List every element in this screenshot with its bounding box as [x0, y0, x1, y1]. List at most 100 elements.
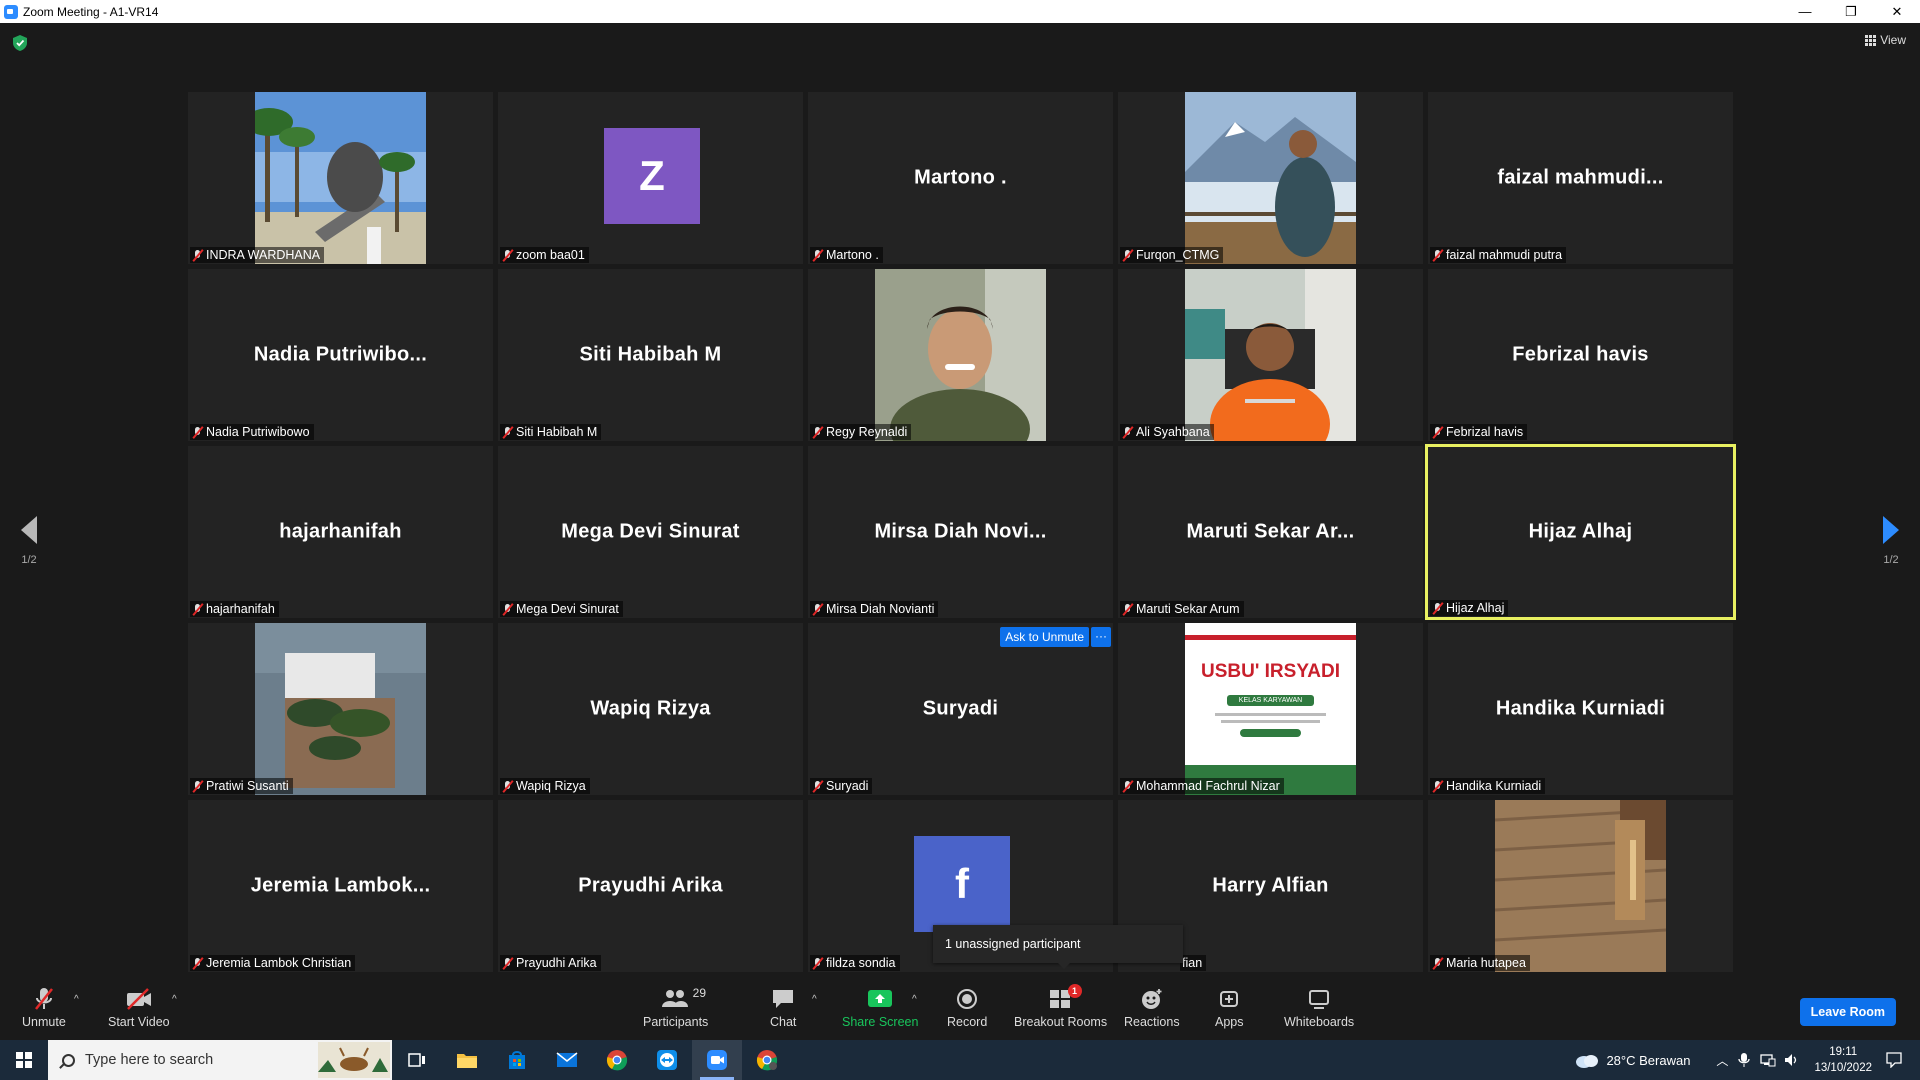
close-button[interactable]: ✕: [1874, 0, 1920, 23]
participant-name-label: hajarhanifah: [190, 601, 279, 617]
volume-icon[interactable]: [1784, 1053, 1800, 1067]
leave-room-button[interactable]: Leave Room: [1799, 998, 1896, 1026]
participant-photo: [875, 269, 1046, 441]
zoom-app-icon: [4, 4, 18, 19]
muted-mic-icon: [1122, 425, 1134, 439]
poster-subtitle: KELAS KARYAWAN: [1227, 695, 1314, 706]
video-tile[interactable]: Prayudhi Arika Prayudhi Arika: [498, 800, 803, 972]
video-tile[interactable]: Martono . Martono .: [808, 92, 1113, 264]
video-tile[interactable]: Regy Reynaldi: [808, 269, 1113, 441]
previous-page-button[interactable]: 1/2: [14, 516, 44, 566]
store-button[interactable]: [492, 1040, 542, 1080]
muted-mic-icon: [812, 602, 824, 616]
minimize-button[interactable]: —: [1782, 0, 1828, 23]
share-options-caret[interactable]: ^: [912, 994, 917, 1005]
record-button[interactable]: Record: [947, 986, 987, 1029]
video-tile[interactable]: Mirsa Diah Novi... Mirsa Diah Novianti: [808, 446, 1113, 618]
video-tile[interactable]: Maria hutapea: [1428, 800, 1733, 972]
more-options-button[interactable]: ···: [1091, 627, 1111, 647]
display-name: Martono .: [914, 166, 1007, 189]
display-name: Wapiq Rizya: [590, 697, 711, 720]
clock[interactable]: 19:11 13/10/2022: [1814, 1044, 1872, 1076]
participant-name-label: Handika Kurniadi: [1430, 778, 1546, 794]
participant-name-label: Regy Reynaldi: [810, 424, 912, 440]
maximize-button[interactable]: ❐: [1828, 0, 1874, 23]
windows-taskbar: Type here to search 28°C Berawan ︿ 19:11…: [0, 1040, 1920, 1080]
participant-poster: USBU' IRSYADI KELAS KARYAWAN: [1185, 623, 1356, 795]
arrow-right-icon: [1883, 516, 1899, 544]
video-tile[interactable]: Jeremia Lambok... Jeremia Lambok Christi…: [188, 800, 493, 972]
windows-logo-icon: [16, 1052, 32, 1068]
audio-options-caret[interactable]: ^: [74, 994, 79, 1005]
video-tile[interactable]: Suryadi Ask to Unmute ··· Suryadi: [808, 623, 1113, 795]
video-tile[interactable]: INDRA WARDHANA: [188, 92, 493, 264]
network-icon[interactable]: [1760, 1053, 1776, 1067]
window-title: Zoom Meeting - A1-VR14: [23, 4, 159, 19]
video-tile[interactable]: Maruti Sekar Ar... Maruti Sekar Arum: [1118, 446, 1423, 618]
file-explorer-button[interactable]: [442, 1040, 492, 1080]
video-tile[interactable]: USBU' IRSYADI KELAS KARYAWAN Mohammad Fa…: [1118, 623, 1423, 795]
muted-mic-icon: [192, 602, 204, 616]
video-tile[interactable]: Handika Kurniadi Handika Kurniadi: [1428, 623, 1733, 795]
participants-count: 29: [692, 986, 707, 1000]
show-hidden-icons[interactable]: ︿: [1716, 1052, 1728, 1069]
participants-button[interactable]: 29 Participants: [643, 986, 708, 1029]
notifications-icon[interactable]: [1886, 1052, 1902, 1068]
video-tile[interactable]: Siti Habibah M Siti Habibah M: [498, 269, 803, 441]
muted-mic-icon: [1432, 248, 1444, 262]
ask-to-unmute-button[interactable]: Ask to Unmute: [1000, 627, 1089, 647]
video-tile[interactable]: Febrizal havis Febrizal havis: [1428, 269, 1733, 441]
encryption-shield-icon[interactable]: [13, 35, 27, 51]
view-button[interactable]: View: [1865, 33, 1906, 47]
chat-button[interactable]: Chat: [770, 986, 796, 1029]
participant-name-label: Febrizal havis: [1430, 424, 1528, 440]
clock-time: 19:11: [1829, 1046, 1858, 1058]
display-name: Prayudhi Arika: [578, 874, 723, 897]
page-indicator-left: 1/2: [21, 554, 37, 566]
participant-name-label: fian: [1180, 955, 1207, 971]
video-tile[interactable]: Mega Devi Sinurat Mega Devi Sinurat: [498, 446, 803, 618]
participant-photo: [1185, 269, 1356, 441]
active-speaker-tile[interactable]: Hijaz Alhaj Hijaz Alhaj: [1425, 444, 1736, 620]
video-tile[interactable]: hajarhanifah hajarhanifah: [188, 446, 493, 618]
participant-name-label: Nadia Putriwibowo: [190, 424, 314, 440]
avatar: Z: [604, 128, 700, 224]
next-page-button[interactable]: 1/2: [1876, 516, 1906, 566]
mail-button[interactable]: [542, 1040, 592, 1080]
taskbar-search-box[interactable]: Type here to search: [48, 1040, 392, 1080]
muted-mic-icon: [502, 248, 514, 262]
share-screen-button[interactable]: Share Screen: [842, 986, 918, 1029]
whiteboards-button[interactable]: Whiteboards: [1284, 986, 1354, 1029]
participant-name-label: Martono .: [810, 247, 883, 263]
weather-cloud-icon[interactable]: [1574, 1051, 1600, 1069]
display-name: Nadia Putriwibo...: [253, 343, 428, 366]
video-off-icon: [125, 986, 153, 1012]
video-options-caret[interactable]: ^: [172, 994, 177, 1005]
start-button[interactable]: [0, 1040, 48, 1080]
microphone-tray-icon[interactable]: [1738, 1052, 1751, 1068]
grid-view-icon: [1865, 34, 1877, 46]
task-view-button[interactable]: [392, 1040, 442, 1080]
video-tile[interactable]: Wapiq Rizya Wapiq Rizya: [498, 623, 803, 795]
teamviewer-button[interactable]: [642, 1040, 692, 1080]
reactions-button[interactable]: Reactions: [1124, 986, 1180, 1029]
video-tile[interactable]: Z zoom baa01: [498, 92, 803, 264]
chat-options-caret[interactable]: ^: [812, 994, 817, 1005]
start-video-button[interactable]: Start Video: [108, 986, 170, 1029]
video-tile[interactable]: faizal mahmudi... faizal mahmudi putra: [1428, 92, 1733, 264]
unmute-button[interactable]: Unmute: [22, 986, 66, 1029]
weather-text[interactable]: 28°C Berawan: [1606, 1053, 1690, 1068]
zoom-taskbar-button[interactable]: [692, 1040, 742, 1080]
video-tile[interactable]: Furqon_CTMG: [1118, 92, 1423, 264]
participant-name-label: Hijaz Alhaj: [1430, 600, 1509, 616]
video-tile[interactable]: Nadia Putriwibo... Nadia Putriwibowo: [188, 269, 493, 441]
breakout-rooms-button[interactable]: 1 Breakout Rooms: [1014, 984, 1107, 1029]
muted-mic-icon: [1432, 425, 1444, 439]
participant-name-label: Wapiq Rizya: [500, 778, 590, 794]
video-tile[interactable]: Pratiwi Susanti: [188, 623, 493, 795]
chrome-profile-button[interactable]: [742, 1040, 792, 1080]
participant-photo: [255, 92, 426, 264]
apps-button[interactable]: Apps: [1215, 986, 1244, 1029]
video-tile[interactable]: Ali Syahbana: [1118, 269, 1423, 441]
chrome-button[interactable]: [592, 1040, 642, 1080]
